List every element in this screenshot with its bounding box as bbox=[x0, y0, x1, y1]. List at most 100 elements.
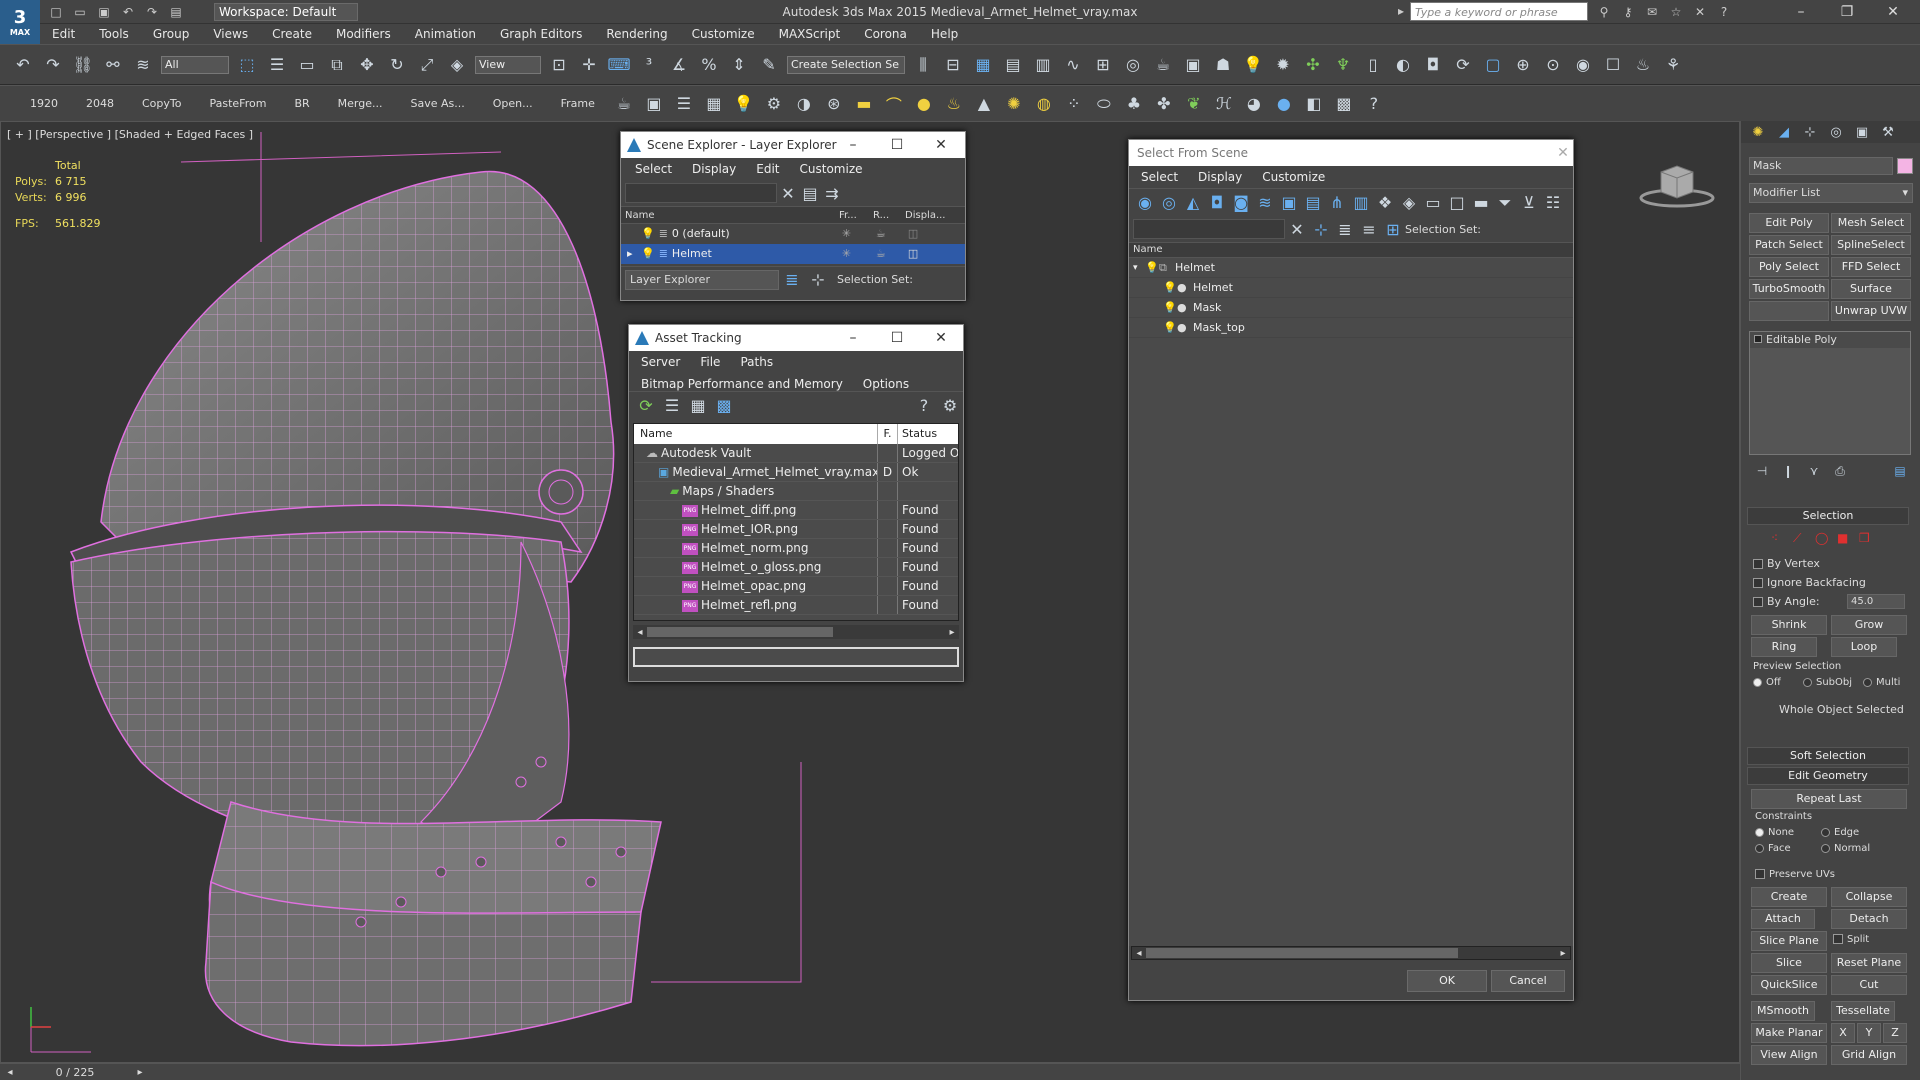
vray-render-icon[interactable]: ☐ bbox=[1600, 52, 1626, 78]
vray-camera-icon[interactable]: ◘ bbox=[1420, 52, 1446, 78]
unlink-icon[interactable]: ⚯ bbox=[100, 52, 126, 78]
tree-icon[interactable]: ♣ bbox=[1121, 91, 1147, 117]
view-align-button[interactable]: View Align bbox=[1751, 1045, 1827, 1065]
toolbar-button-open[interactable]: Open... bbox=[493, 97, 533, 110]
filter-geometry-icon[interactable]: ◉ bbox=[1135, 190, 1155, 216]
ignore-backfacing-check[interactable] bbox=[1753, 578, 1763, 588]
light-bulb-icon[interactable]: 💡 bbox=[1163, 278, 1177, 298]
menu-graph-editors[interactable]: Graph Editors bbox=[488, 24, 594, 44]
se-menu-edit[interactable]: Edit bbox=[746, 158, 789, 180]
constraint-edge-radio[interactable]: Edge bbox=[1821, 827, 1859, 838]
constraint-none-radio[interactable]: None bbox=[1755, 827, 1794, 838]
toolbar-button-save-as[interactable]: Save As... bbox=[410, 97, 464, 110]
filter-groups-icon[interactable]: ▣ bbox=[1279, 190, 1299, 216]
horizontal-scrollbar[interactable] bbox=[647, 627, 833, 637]
layer-row-selected[interactable]: ▸ 💡 ≣ Helmet ✳ ☕ ◫ bbox=[621, 244, 965, 264]
redo-icon[interactable]: ↷ bbox=[142, 3, 162, 21]
close-icon[interactable]: ✕ bbox=[1553, 140, 1573, 166]
render-setup-icon[interactable]: ☕ bbox=[1150, 52, 1176, 78]
preserve-uvs-check[interactable] bbox=[1755, 869, 1765, 879]
spinner-snap-icon[interactable]: ⇕ bbox=[726, 52, 752, 78]
menu-group[interactable]: Group bbox=[141, 24, 202, 44]
selection-filter-dropdown[interactable]: All bbox=[161, 55, 229, 74]
menu-create[interactable]: Create bbox=[260, 24, 324, 44]
sun-light-icon[interactable]: ✺ bbox=[1001, 91, 1027, 117]
filter-hidden-icon[interactable]: ◈ bbox=[1399, 190, 1419, 216]
vray-rt-icon[interactable]: ♨ bbox=[1630, 52, 1656, 78]
object-color-swatch[interactable] bbox=[1897, 158, 1913, 174]
globe-icon[interactable]: ◑ bbox=[791, 91, 817, 117]
select-object-icon[interactable]: ⬚ bbox=[234, 52, 260, 78]
vray-toolbar-icon[interactable]: ⊕ bbox=[1510, 52, 1536, 78]
keyboard-shortcut-icon[interactable]: ⌨ bbox=[606, 52, 632, 78]
asset-row[interactable]: PNG Helmet_norm.png Found bbox=[634, 539, 958, 558]
reference-coordinate-dropdown[interactable]: View bbox=[475, 55, 541, 74]
constraint-face-dot[interactable] bbox=[1755, 843, 1764, 853]
select-by-name-icon[interactable]: ☰ bbox=[264, 52, 290, 78]
modifier-button-patch-select[interactable]: Patch Select bbox=[1749, 235, 1829, 255]
material-browser-icon[interactable]: ◧ bbox=[1301, 91, 1327, 117]
filter-lights-icon[interactable]: ◭ bbox=[1183, 190, 1203, 216]
viewport-label[interactable]: [ + ] [Perspective ] [Shaded + Edged Fac… bbox=[7, 128, 253, 141]
maximize-icon[interactable]: ☐ bbox=[875, 132, 919, 158]
material-editor-icon[interactable]: ◎ bbox=[1120, 52, 1146, 78]
freeze-icon[interactable]: ✳ bbox=[842, 224, 876, 244]
menu-rendering[interactable]: Rendering bbox=[594, 24, 679, 44]
make-unique-icon[interactable]: ⋎ bbox=[1803, 462, 1825, 480]
hierarchy-toggle-icon[interactable]: ⊹ bbox=[807, 267, 829, 293]
omni-icon[interactable]: ◍ bbox=[1031, 91, 1057, 117]
layer-row[interactable]: 💡 ≣ 0 (default) ✳ ☕ ◫ bbox=[621, 224, 965, 244]
toolbar-button-copyto[interactable]: CopyTo bbox=[142, 97, 181, 110]
stack-expand-icon[interactable] bbox=[1754, 335, 1762, 343]
reload-icon[interactable]: ⟳ bbox=[1450, 52, 1476, 78]
preview-off-dot[interactable] bbox=[1753, 677, 1762, 687]
collapse-arrow-icon[interactable]: ▾ bbox=[1129, 258, 1145, 278]
se-menu-customize[interactable]: Customize bbox=[790, 158, 873, 180]
se-search-input[interactable] bbox=[625, 183, 777, 203]
app-logo[interactable]: 3 MAX bbox=[0, 0, 40, 44]
hair-icon[interactable]: ℋ bbox=[1211, 91, 1237, 117]
ring-button[interactable]: Ring bbox=[1751, 637, 1817, 657]
viewcube[interactable] bbox=[1639, 160, 1715, 210]
curve-editor-icon[interactable]: ∿ bbox=[1060, 52, 1086, 78]
layers-toggle-icon[interactable]: ≣ bbox=[781, 267, 803, 293]
rendered-frame-icon[interactable]: ▣ bbox=[1180, 52, 1206, 78]
vray-frame-buffer-icon[interactable]: ▢ bbox=[1480, 52, 1506, 78]
by-angle-check[interactable] bbox=[1753, 597, 1763, 607]
planar-y-button[interactable]: Y bbox=[1857, 1023, 1881, 1043]
align-icon[interactable]: ⊟ bbox=[940, 52, 966, 78]
vray-sphere-icon[interactable]: ◐ bbox=[1390, 52, 1416, 78]
save-file-icon[interactable]: ▣ bbox=[94, 3, 114, 21]
light-bulb-icon[interactable]: 💡 bbox=[641, 244, 655, 264]
modifier-list-dropdown[interactable]: Modifier List ▾ bbox=[1749, 183, 1913, 203]
planar-z-button[interactable]: Z bbox=[1883, 1023, 1907, 1043]
undo-icon[interactable]: ↶ bbox=[10, 52, 36, 78]
render-production-icon[interactable]: ☗ bbox=[1210, 52, 1236, 78]
light-bulb-icon[interactable]: 💡 bbox=[1163, 318, 1177, 338]
sfs-menu-customize[interactable]: Customize bbox=[1252, 166, 1335, 188]
menu-views[interactable]: Views bbox=[201, 24, 260, 44]
split-check[interactable] bbox=[1833, 934, 1843, 944]
rectangular-selection-icon[interactable]: ▭ bbox=[294, 52, 320, 78]
shrink-button[interactable]: Shrink bbox=[1751, 615, 1827, 635]
add-selected-icon[interactable]: ⇉ bbox=[823, 180, 841, 206]
invert-display-icon[interactable]: ▬ bbox=[1471, 190, 1491, 216]
se-menu-display[interactable]: Display bbox=[682, 158, 746, 180]
render-teapot-icon[interactable]: ☕ bbox=[876, 224, 908, 244]
thumbnail-view-icon[interactable]: ▦ bbox=[687, 393, 709, 419]
material-sphere-icon[interactable]: ● bbox=[1271, 91, 1297, 117]
explorer-mode-dropdown[interactable]: Layer Explorer bbox=[625, 269, 779, 290]
filter-funnel-icon[interactable]: ⏷ bbox=[1495, 190, 1515, 216]
time-slider-bar[interactable]: ◂ 0 / 225 ▸ bbox=[0, 1063, 1740, 1080]
scroll-left-icon[interactable]: ◂ bbox=[1132, 948, 1146, 959]
asset-tracking-titlebar[interactable]: Asset Tracking – ☐ ✕ bbox=[629, 325, 963, 351]
sun-icon[interactable]: ✹ bbox=[1270, 52, 1296, 78]
undo-icon[interactable]: ↶ bbox=[118, 3, 138, 21]
freeze-icon[interactable]: ✳ bbox=[842, 244, 876, 264]
tessellate-button[interactable]: Tessellate bbox=[1831, 1001, 1895, 1021]
vray-material-icon[interactable]: ◉ bbox=[1570, 52, 1596, 78]
camera-icon[interactable]: ⚙ bbox=[761, 91, 787, 117]
filter-cameras-icon[interactable]: ◘ bbox=[1207, 190, 1227, 216]
modifier-button-spline-select[interactable]: SplineSelect bbox=[1831, 235, 1911, 255]
list-view-icon[interactable]: ☰ bbox=[661, 393, 683, 419]
